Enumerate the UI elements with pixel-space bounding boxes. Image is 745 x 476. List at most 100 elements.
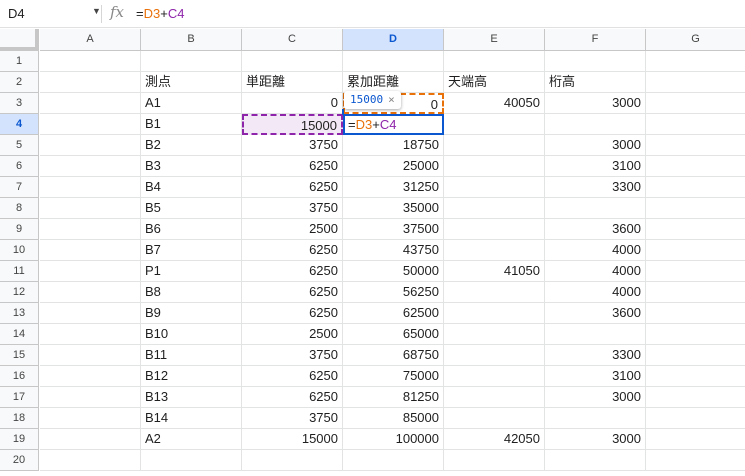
cell-f19[interactable]: 3000 xyxy=(545,429,646,450)
cell-f3[interactable]: 3000 xyxy=(545,93,646,114)
cell-a17[interactable] xyxy=(40,387,141,408)
cell-g10[interactable] xyxy=(646,240,745,261)
cell-g19[interactable] xyxy=(646,429,745,450)
cell-g18[interactable] xyxy=(646,408,745,429)
cell-a14[interactable] xyxy=(40,324,141,345)
cell-e8[interactable] xyxy=(444,198,545,219)
row-header-3[interactable]: 3 xyxy=(0,93,39,114)
column-header-c[interactable]: C xyxy=(242,29,343,51)
cell-c7[interactable]: 6250 xyxy=(242,177,343,198)
cell-e10[interactable] xyxy=(444,240,545,261)
column-header-b[interactable]: B xyxy=(141,29,242,51)
cell-g16[interactable] xyxy=(646,366,745,387)
cell-d10[interactable]: 43750 xyxy=(343,240,444,261)
cell-g15[interactable] xyxy=(646,345,745,366)
cell-c4[interactable]: 15000 xyxy=(242,114,343,135)
cell-f18[interactable] xyxy=(545,408,646,429)
cell-e5[interactable] xyxy=(444,135,545,156)
cell-g6[interactable] xyxy=(646,156,745,177)
cell-b3[interactable]: A1 xyxy=(141,93,242,114)
cell-c9[interactable]: 2500 xyxy=(242,219,343,240)
cell-c16[interactable]: 6250 xyxy=(242,366,343,387)
column-header-g[interactable]: G xyxy=(646,29,745,51)
cell-c1[interactable] xyxy=(242,51,343,72)
cell-a9[interactable] xyxy=(40,219,141,240)
row-header-8[interactable]: 8 xyxy=(0,198,39,219)
cell-a3[interactable] xyxy=(40,93,141,114)
row-header-16[interactable]: 16 xyxy=(0,366,39,387)
cell-d6[interactable]: 25000 xyxy=(343,156,444,177)
cell-b8[interactable]: B5 xyxy=(141,198,242,219)
cell-c3[interactable]: 0 xyxy=(242,93,343,114)
cell-g2[interactable] xyxy=(646,72,745,93)
cell-g14[interactable] xyxy=(646,324,745,345)
cell-d19[interactable]: 100000 xyxy=(343,429,444,450)
cell-e6[interactable] xyxy=(444,156,545,177)
cell-b1[interactable] xyxy=(141,51,242,72)
cell-f6[interactable]: 3100 xyxy=(545,156,646,177)
cell-d18[interactable]: 85000 xyxy=(343,408,444,429)
row-header-5[interactable]: 5 xyxy=(0,135,39,156)
cell-e16[interactable] xyxy=(444,366,545,387)
row-header-2[interactable]: 2 xyxy=(0,72,39,93)
cell-g4[interactable] xyxy=(646,114,745,135)
cell-a5[interactable] xyxy=(40,135,141,156)
cell-c12[interactable]: 6250 xyxy=(242,282,343,303)
cell-a18[interactable] xyxy=(40,408,141,429)
cell-d12[interactable]: 56250 xyxy=(343,282,444,303)
cell-f8[interactable] xyxy=(545,198,646,219)
cell-d15[interactable]: 68750 xyxy=(343,345,444,366)
cell-c10[interactable]: 6250 xyxy=(242,240,343,261)
row-header-20[interactable]: 20 xyxy=(0,450,39,471)
cell-b13[interactable]: B9 xyxy=(141,303,242,324)
cell-f20[interactable] xyxy=(545,450,646,471)
cell-c15[interactable]: 3750 xyxy=(242,345,343,366)
cell-d7[interactable]: 31250 xyxy=(343,177,444,198)
cell-b9[interactable]: B6 xyxy=(141,219,242,240)
cell-f1[interactable] xyxy=(545,51,646,72)
cell-a16[interactable] xyxy=(40,366,141,387)
cell-c13[interactable]: 6250 xyxy=(242,303,343,324)
cell-a2[interactable] xyxy=(40,72,141,93)
close-icon[interactable]: × xyxy=(388,93,395,106)
row-header-12[interactable]: 12 xyxy=(0,282,39,303)
formula-input[interactable]: =D3+C4 xyxy=(136,6,184,21)
cell-c6[interactable]: 6250 xyxy=(242,156,343,177)
cell-f17[interactable]: 3000 xyxy=(545,387,646,408)
active-cell-editor[interactable]: =D3+C4 xyxy=(343,114,444,135)
row-header-1[interactable]: 1 xyxy=(0,51,39,72)
cell-f11[interactable]: 4000 xyxy=(545,261,646,282)
cell-c17[interactable]: 6250 xyxy=(242,387,343,408)
row-header-4[interactable]: 4 xyxy=(0,114,39,135)
row-header-13[interactable]: 13 xyxy=(0,303,39,324)
cell-d2[interactable]: 累加距離 xyxy=(343,72,444,93)
cell-a7[interactable] xyxy=(40,177,141,198)
cell-b14[interactable]: B10 xyxy=(141,324,242,345)
cell-b18[interactable]: B14 xyxy=(141,408,242,429)
cell-a12[interactable] xyxy=(40,282,141,303)
row-header-6[interactable]: 6 xyxy=(0,156,39,177)
cell-g7[interactable] xyxy=(646,177,745,198)
cell-e7[interactable] xyxy=(444,177,545,198)
column-header-d[interactable]: D xyxy=(343,29,444,51)
cell-e20[interactable] xyxy=(444,450,545,471)
cell-g1[interactable] xyxy=(646,51,745,72)
name-box[interactable]: D4 ▼ xyxy=(8,6,101,22)
cell-f10[interactable]: 4000 xyxy=(545,240,646,261)
cell-e3[interactable]: 40050 xyxy=(444,93,545,114)
cell-b19[interactable]: A2 xyxy=(141,429,242,450)
cell-c5[interactable]: 3750 xyxy=(242,135,343,156)
cell-e14[interactable] xyxy=(444,324,545,345)
row-header-11[interactable]: 11 xyxy=(0,261,39,282)
cell-b15[interactable]: B11 xyxy=(141,345,242,366)
cell-g13[interactable] xyxy=(646,303,745,324)
row-header-7[interactable]: 7 xyxy=(0,177,39,198)
cell-e12[interactable] xyxy=(444,282,545,303)
cell-f7[interactable]: 3300 xyxy=(545,177,646,198)
cell-d11[interactable]: 50000 xyxy=(343,261,444,282)
cell-a4[interactable] xyxy=(40,114,141,135)
cell-d14[interactable]: 65000 xyxy=(343,324,444,345)
chevron-down-icon[interactable]: ▼ xyxy=(92,6,101,16)
cell-g17[interactable] xyxy=(646,387,745,408)
cell-d5[interactable]: 18750 xyxy=(343,135,444,156)
